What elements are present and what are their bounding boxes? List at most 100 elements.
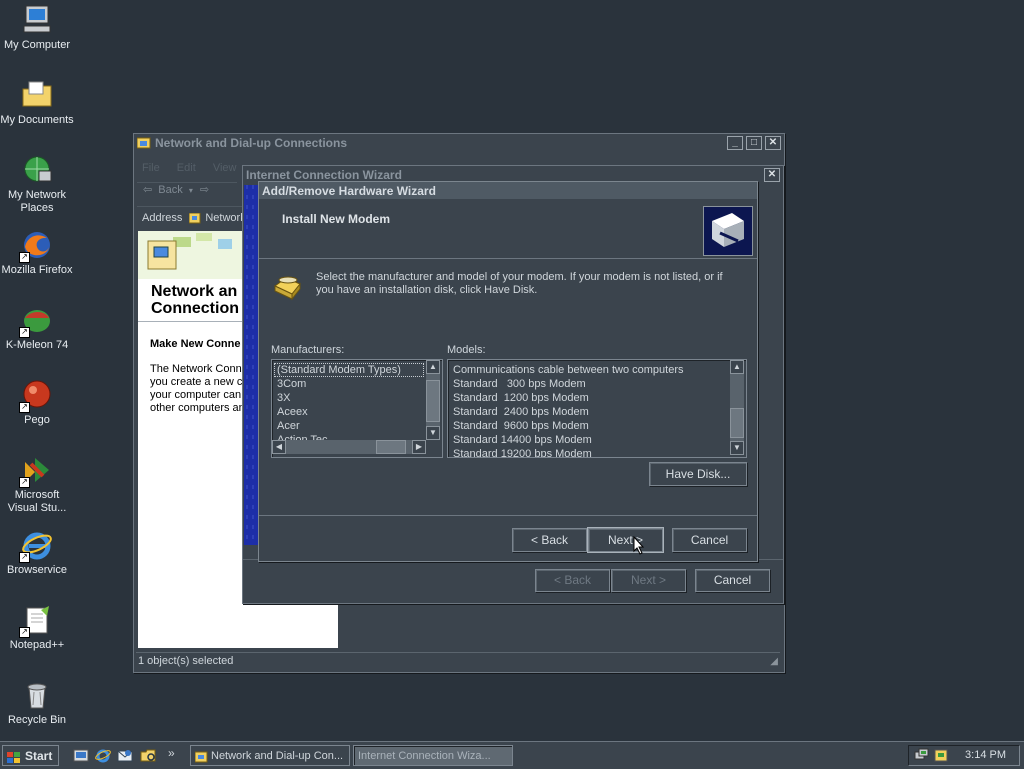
status-bar: 1 object(s) selected ◢ [136,652,780,669]
banner-graphic-icon [138,231,248,279]
model-item[interactable]: Standard 300 bps Modem [448,377,728,391]
desktop-icon-label: My Documents [0,114,74,126]
scrollbar-thumb[interactable] [426,380,440,422]
clock[interactable]: 3:14 PM [965,749,1006,761]
next-button[interactable]: Next > [587,527,664,553]
toolbar-back-button[interactable]: Back [158,184,182,196]
cancel-button[interactable]: Cancel [672,528,747,552]
network-folder-icon [188,212,201,224]
status-text: 1 object(s) selected [138,655,234,667]
desktop-icon-browservice[interactable]: ↗ Browservice [0,529,74,577]
desktop-icon-my-network-places[interactable]: My Network Places [0,154,74,215]
scroll-right-arrow-icon[interactable]: ▶ [412,440,426,454]
chevron-right-icon[interactable]: » [168,746,175,760]
ics-next-button[interactable]: Next > [611,569,686,592]
ics-back-button[interactable]: < Back [535,569,610,592]
desktop-icon-label: Recycle Bin [7,714,67,726]
desktop-icon-label: Microsoft Visual Stu... [7,489,67,514]
desktop-icon-mozilla-firefox[interactable]: ↗ Mozilla Firefox [0,229,74,277]
window-title: Add/Remove Hardware Wizard [262,183,436,198]
manufacturer-item[interactable]: 3X [272,391,426,405]
scroll-up-arrow-icon[interactable]: ▲ [426,360,440,374]
address-bar: Address Network [137,206,246,229]
hardware-wizard-icon [703,206,753,256]
firefox-icon: ↗ [19,229,53,263]
desktop-icon-recycle-bin[interactable]: Recycle Bin [0,679,74,727]
quick-launch: » [64,744,186,767]
models-vertical-scrollbar[interactable]: ▲ ▼ [730,360,744,455]
make-new-connection-heading: Make New Conne [150,338,241,350]
desktop-icon-label: Mozilla Firefox [1,264,73,276]
folder-icon [21,79,53,111]
manufacturer-item[interactable]: 3Com [272,377,426,391]
model-item[interactable]: Standard 1200 bps Modem [448,391,728,405]
desktop-icon-k-meleon[interactable]: ↗ K-Meleon 74 [0,304,74,352]
dropdown-arrow-icon: ▾ [188,186,193,195]
instruction-text: Select the manufacturer and model of you… [316,271,723,296]
scroll-left-arrow-icon[interactable]: ◀ [272,440,286,454]
shortcut-arrow-icon: ↗ [19,252,30,263]
taskbar-button-internet-connection-wizard[interactable]: Internet Connection Wiza... [353,745,513,766]
mouse-cursor-icon [633,536,645,555]
model-item[interactable]: Standard 19200 bps Modem [448,447,728,457]
manufacturers-label: Manufacturers: [271,344,345,356]
internet-explorer-icon[interactable] [95,748,111,763]
scroll-down-arrow-icon[interactable]: ▼ [426,426,440,440]
desktop-icon-pego[interactable]: ↗ Pego [0,379,74,427]
manufacturer-item[interactable]: Aceex [272,405,426,419]
desktop-icon-notepad-plus-plus[interactable]: ↗ Notepad++ [0,604,74,652]
desktop-icon-label: Pego [24,414,50,426]
maximize-button[interactable]: □ [746,136,762,150]
desktop-icon-label: Browservice [7,564,67,576]
shortcut-arrow-icon: ↗ [19,552,30,563]
network-connection-tray-icon[interactable] [914,748,930,763]
close-button[interactable]: ✕ [765,136,781,150]
model-item[interactable]: Standard 2400 bps Modem [448,405,728,419]
start-button[interactable]: Start [2,745,59,766]
model-item[interactable]: Standard 9600 bps Modem [448,419,728,433]
page-title: Network an Connection [151,283,239,317]
show-desktop-icon[interactable] [73,748,89,763]
menu-file[interactable]: File [142,162,160,174]
outlook-express-icon[interactable] [117,748,133,763]
hw-wizard-titlebar[interactable]: Add/Remove Hardware Wizard [259,182,757,199]
close-button[interactable]: ✕ [764,167,780,182]
wizard-header-title: Install New Modem [282,212,391,226]
k-meleon-icon: ↗ [19,304,53,338]
scrollbar-thumb[interactable] [730,408,744,438]
modem-tray-icon[interactable] [933,748,949,763]
manufacturer-item-selected[interactable]: (Standard Modem Types) [274,363,424,377]
shortcut-arrow-icon: ↗ [19,627,30,638]
manufacturers-vertical-scrollbar[interactable]: ▲ ▼ [426,360,440,440]
desktop-icon-microsoft-visual-studio[interactable]: ↗ Microsoft Visual Stu... [0,454,74,515]
desktop-icon-label: K-Meleon 74 [5,339,69,351]
model-item[interactable]: Communications cable between two compute… [448,363,728,377]
add-remove-hardware-wizard-window[interactable]: Add/Remove Hardware Wizard Install New M… [258,181,758,562]
forward-arrow-icon[interactable]: ⇨ [200,184,209,196]
desktop-icon-my-computer[interactable]: My Computer [0,4,74,52]
start-label: Start [25,749,53,763]
manufacturers-horizontal-scrollbar[interactable]: ◀ ▶ [272,440,426,454]
scrollbar-thumb[interactable] [376,440,406,454]
address-input[interactable]: Network [205,212,245,224]
menu-view[interactable]: View [213,162,237,174]
resize-grip-icon[interactable]: ◢ [770,654,778,670]
windows-logo-icon [7,750,21,763]
model-item[interactable]: Standard 14400 bps Modem [448,433,728,447]
minimize-button[interactable]: _ [727,136,743,150]
back-button[interactable]: < Back [512,528,587,552]
desktop-icon-my-documents[interactable]: My Documents [0,79,74,127]
ics-cancel-button[interactable]: Cancel [695,569,770,592]
scroll-up-arrow-icon[interactable]: ▲ [730,360,744,374]
network-window-titlebar[interactable]: Network and Dial-up Connections _ □ ✕ [134,134,784,152]
manufacturers-listbox[interactable]: (Standard Modem Types) 3Com 3X Aceex Ace… [271,359,443,458]
models-listbox[interactable]: Communications cable between two compute… [447,359,747,458]
taskbar-button-network-connections[interactable]: Network and Dial-up Con... [190,745,350,766]
menu-edit[interactable]: Edit [177,162,196,174]
manufacturer-item[interactable]: Acer [272,419,426,433]
have-disk-button[interactable]: Have Disk... [649,462,747,486]
network-folder-icon [136,137,151,149]
back-arrow-icon: ⇦ [143,184,153,196]
explorer-folder-icon[interactable] [140,748,156,763]
scroll-down-arrow-icon[interactable]: ▼ [730,441,744,455]
